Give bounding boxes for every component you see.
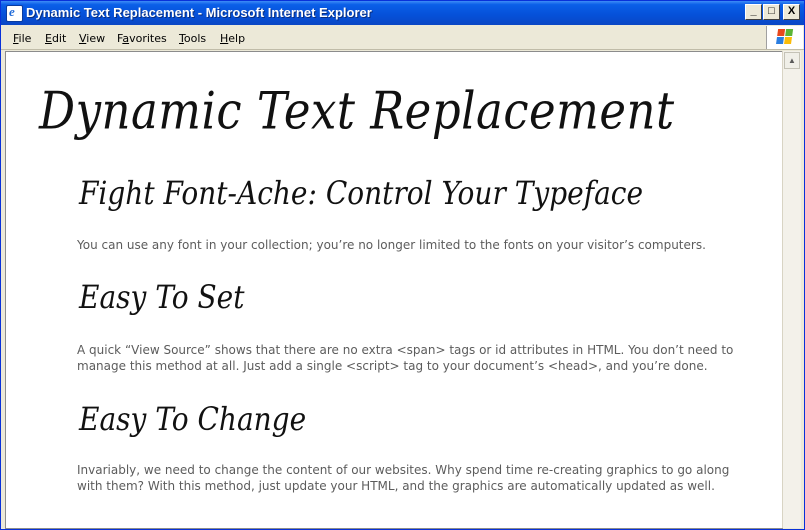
section-heading-easy-to-set: Easy To Set xyxy=(79,278,245,316)
section-body-typeface: You can use any font in your collection;… xyxy=(77,238,706,252)
title-bar[interactable]: e Dynamic Text Replacement - Microsoft I… xyxy=(1,1,804,25)
menu-view-label: iew xyxy=(86,32,106,45)
menu-favorites-label: vorites xyxy=(129,32,167,45)
minimize-button[interactable]: _ xyxy=(745,4,762,20)
menu-help-label: elp xyxy=(228,32,246,45)
section-body-easy-to-change: Invariably, we need to change the conten… xyxy=(77,463,730,493)
section-body-easy-to-set: A quick “View Source” shows that there a… xyxy=(77,343,734,373)
page-title: Dynamic Text Replacement xyxy=(39,80,675,141)
menu-edit[interactable]: Edit xyxy=(45,32,66,45)
minimize-icon: _ xyxy=(750,5,757,17)
menu-help[interactable]: Help xyxy=(220,32,245,45)
menu-favorites[interactable]: Favorites xyxy=(117,32,167,45)
maximize-icon: □ xyxy=(768,5,775,17)
menu-file-label: ile xyxy=(18,32,32,45)
browser-window: e Dynamic Text Replacement - Microsoft I… xyxy=(0,0,805,530)
scroll-up-arrow-icon[interactable]: ▲ xyxy=(784,52,800,69)
menu-edit-accel: E xyxy=(45,32,52,45)
close-icon: X xyxy=(787,5,796,17)
menu-bar: File Edit View Favorites Tools Help xyxy=(1,26,804,50)
close-button[interactable]: X xyxy=(783,4,800,20)
menu-edit-label: dit xyxy=(51,32,67,45)
page-content: Dynamic Text Replacement Fight Font-Ache… xyxy=(5,51,783,529)
internet-explorer-icon[interactable]: e xyxy=(6,4,23,22)
vertical-scrollbar[interactable]: ▲ xyxy=(782,51,801,528)
menu-file[interactable]: File xyxy=(13,32,31,45)
section-heading-easy-to-change: Easy To Change xyxy=(79,400,307,438)
menu-tools[interactable]: Tools xyxy=(179,32,206,45)
menu-view[interactable]: View xyxy=(79,32,105,45)
maximize-button[interactable]: □ xyxy=(763,4,780,20)
menu-tools-label: ools xyxy=(183,32,207,45)
windows-logo-icon xyxy=(766,26,803,49)
window-title: Dynamic Text Replacement - Microsoft Int… xyxy=(26,5,372,20)
section-heading-typeface: Fight Font-Ache: Control Your Typeface xyxy=(79,174,644,212)
